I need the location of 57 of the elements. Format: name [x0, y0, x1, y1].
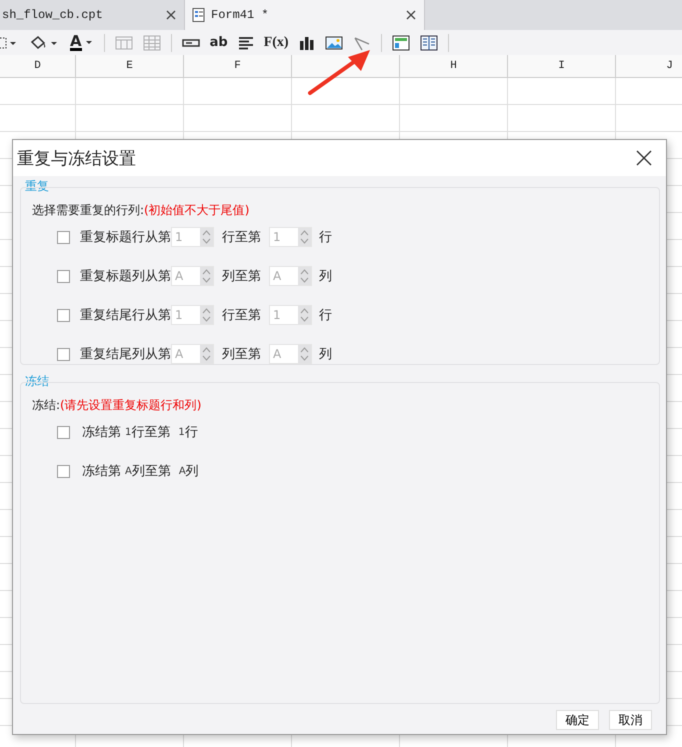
unit-label: 行	[319, 229, 332, 246]
range-value: A	[178, 466, 186, 476]
dialog-title: 重复与冻结设置	[17, 148, 136, 170]
range-value: 1	[125, 426, 132, 438]
paint-bucket-icon[interactable]	[28, 34, 60, 50]
ok-button[interactable]: 确定	[556, 710, 599, 730]
font-color-button[interactable]: A	[70, 34, 94, 51]
prompt-text: 选择需要重复的行列:	[32, 202, 144, 219]
border-icon[interactable]	[0, 36, 18, 50]
cancel-button[interactable]: 取消	[609, 710, 652, 730]
range-value: 1	[178, 426, 185, 438]
document-tab[interactable]: sh_flow_cb.cpt	[0, 0, 185, 30]
columns-icon[interactable]	[420, 34, 438, 50]
option-label: 重复标题行从第	[80, 229, 171, 246]
range-label: 列至第	[222, 346, 261, 363]
warning-note: (初始值不大于尾值)	[144, 202, 250, 219]
range-label: 行至第	[222, 307, 261, 324]
tab-label: Form41 *	[211, 8, 270, 22]
option-label: 冻结第	[82, 424, 121, 441]
align-left-icon[interactable]	[238, 36, 254, 50]
formula-button[interactable]: F(x)	[264, 34, 289, 50]
range-label: 行至第	[131, 424, 170, 441]
close-icon[interactable]	[636, 150, 652, 166]
column-header[interactable]: I	[507, 55, 615, 77]
column-header[interactable]: E	[75, 55, 183, 77]
document-tab[interactable]: Form41 *	[185, 0, 425, 30]
checkbox[interactable]	[57, 464, 70, 478]
unit-label: 行	[184, 424, 198, 441]
tab-label: sh_flow_cb.cpt	[2, 8, 104, 22]
column-header[interactable]: J	[615, 55, 682, 77]
checkbox[interactable]	[57, 426, 70, 438]
column-header[interactable]: H	[399, 55, 507, 77]
option-label: 重复标题列从第	[80, 268, 171, 285]
column-header[interactable]: F	[183, 55, 291, 77]
label-button[interactable]: ab	[210, 35, 228, 50]
option-label: 重复结尾行从第	[80, 307, 171, 324]
line-icon[interactable]	[352, 34, 371, 50]
unit-label: 列	[186, 463, 199, 480]
option-label: 重复结尾列从第	[80, 346, 171, 363]
text-field-icon[interactable]	[182, 38, 200, 48]
close-icon[interactable]	[406, 10, 416, 20]
close-icon[interactable]	[166, 10, 176, 20]
unit-label: 行	[319, 307, 332, 324]
bar-chart-icon[interactable]	[298, 34, 315, 50]
prompt-text: 冻结:	[32, 397, 60, 414]
option-label: 冻结第	[82, 463, 121, 480]
caret-icon	[84, 38, 94, 46]
range-label: 列至第	[132, 463, 171, 480]
unit-label: 列	[319, 268, 332, 285]
range-label: 列至第	[222, 268, 261, 285]
warning-note: (请先设置重复标题行和列)	[60, 397, 202, 414]
column-header[interactable]: D	[0, 55, 75, 77]
range-label: 行至第	[222, 229, 261, 246]
unit-label: 列	[319, 346, 332, 363]
layout-icon[interactable]	[392, 34, 410, 50]
image-icon[interactable]	[324, 34, 343, 50]
range-value: A	[125, 466, 132, 476]
